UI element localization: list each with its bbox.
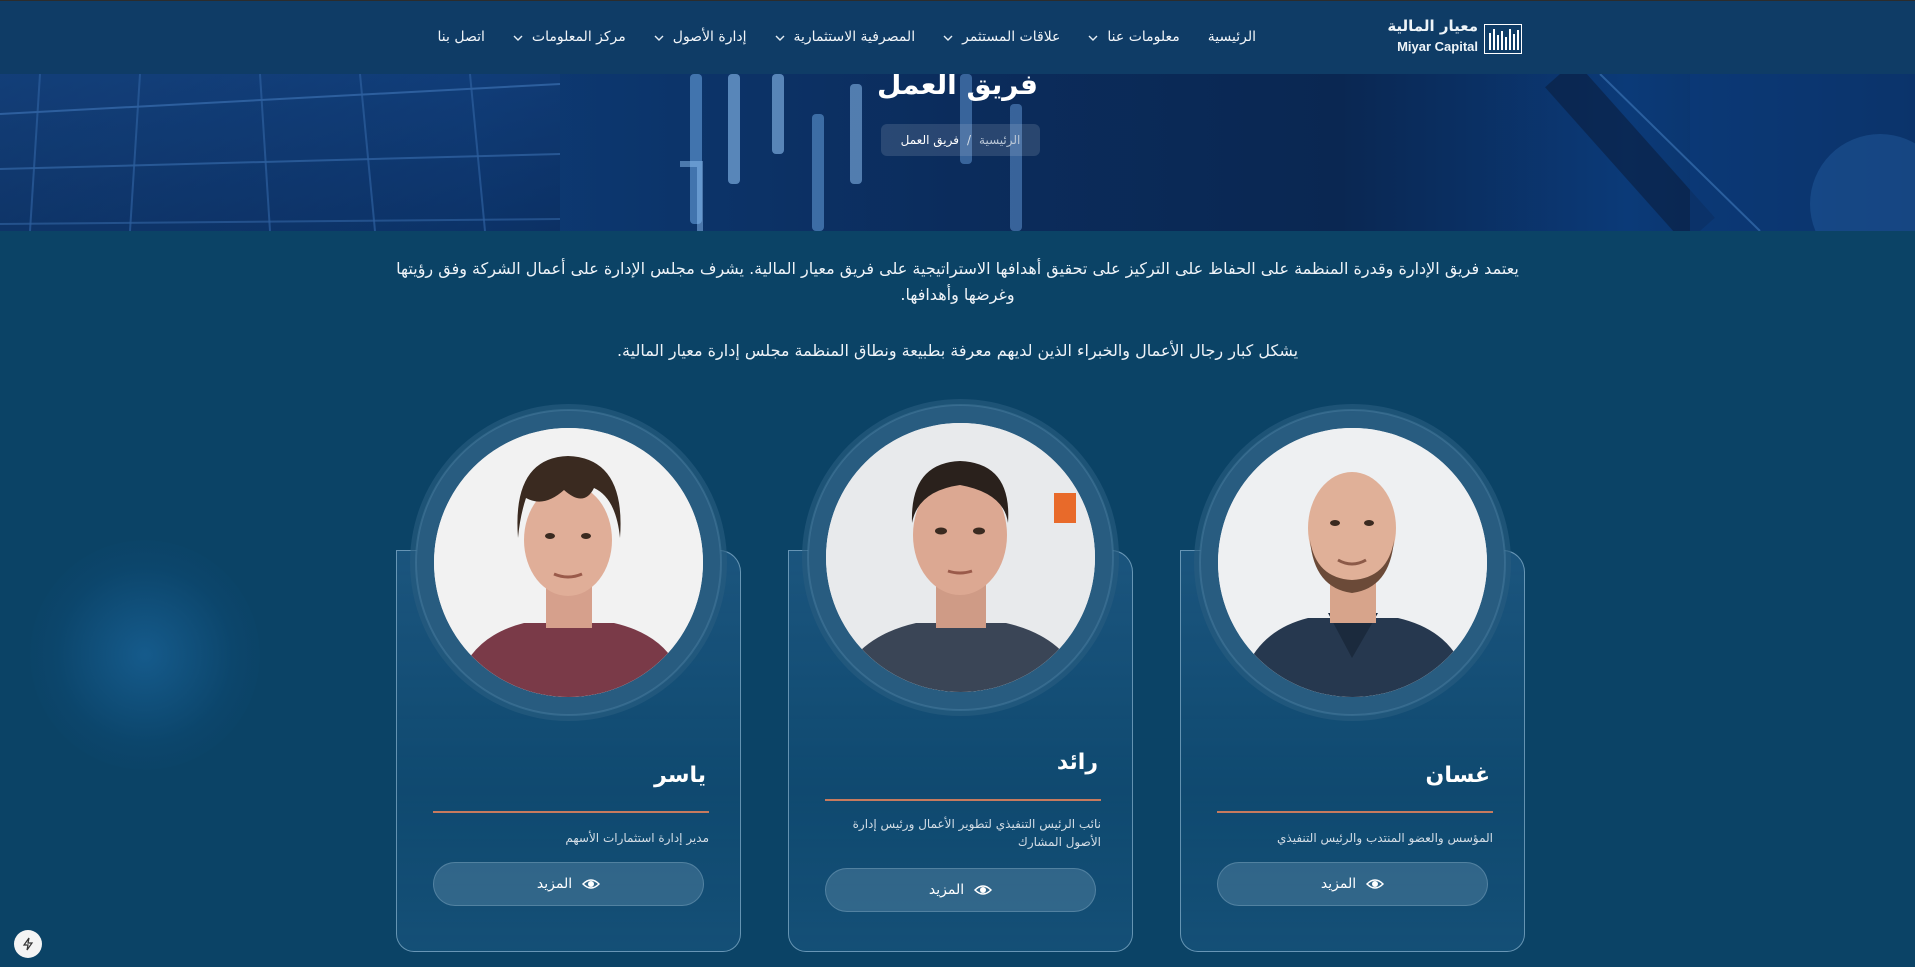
member-photo-ghassan — [1218, 428, 1487, 697]
chevron-down-icon — [775, 35, 785, 41]
background-glow — [30, 540, 260, 770]
eye-icon — [1366, 879, 1385, 889]
avatar — [826, 423, 1095, 692]
breadcrumb-home-link[interactable]: الرئيسية — [979, 133, 1020, 147]
more-button-label: المزيد — [536, 876, 573, 892]
nav-item-label: اتصل بنا — [437, 29, 485, 45]
chevron-down-icon — [1088, 35, 1098, 41]
nav-item-asset-management[interactable]: إدارة الأصول — [654, 29, 747, 45]
nav-item-contact[interactable]: اتصل بنا — [438, 29, 485, 45]
more-button-label: المزيد — [928, 882, 965, 898]
member-name: ياسر — [654, 763, 706, 788]
member-photo-yasser — [434, 428, 703, 697]
member-divider — [1217, 811, 1493, 813]
page-title: فريق العمل — [877, 74, 1038, 101]
breadcrumb-separator: / — [966, 133, 972, 147]
floating-action-button[interactable] — [14, 930, 42, 958]
member-divider — [825, 799, 1101, 801]
chevron-down-icon — [943, 35, 953, 41]
more-button-label: المزيد — [1320, 876, 1357, 892]
team-card: ياسر مدير إدارة استثمارات الأسهم المزيد — [396, 405, 746, 955]
member-photo-raed — [826, 423, 1095, 692]
nav-item-label: إدارة الأصول — [672, 29, 747, 45]
top-navbar: معيار المالية Miyar Capital الرئيسية معل… — [0, 0, 1915, 74]
lightning-icon — [22, 937, 34, 951]
eye-icon — [974, 885, 993, 895]
brand-name-en: Miyar Capital — [1397, 39, 1478, 54]
nav-item-label: المصرفية الاستثمارية — [793, 29, 916, 45]
team-card: رائد نائب الرئيس التنفيذي لتطوير الأعمال… — [788, 404, 1138, 955]
brand-logo[interactable]: معيار المالية Miyar Capital — [1387, 17, 1522, 57]
avatar — [434, 428, 703, 697]
member-role: نائب الرئيس التنفيذي لتطوير الأعمال ورئي… — [852, 817, 1101, 849]
member-divider — [433, 811, 709, 813]
nav-item-investment-banking[interactable]: المصرفية الاستثمارية — [775, 29, 916, 45]
chevron-down-icon — [513, 35, 523, 41]
nav-item-home[interactable]: الرئيسية — [1208, 29, 1256, 45]
avatar-ring — [415, 409, 722, 716]
member-role: المؤسس والعضو المنتدب والرئيس التنفيذي — [1277, 831, 1493, 845]
brand-name-ar: معيار المالية — [1387, 17, 1478, 35]
member-role: مدير إدارة استثمارات الأسهم — [565, 831, 709, 845]
avatar-ring — [1199, 409, 1506, 716]
nav-item-investor-relations[interactable]: علاقات المستثمر — [943, 29, 1060, 45]
nav-item-label: مركز المعلومات — [531, 29, 626, 45]
nav-item-information-center[interactable]: مركز المعلومات — [513, 29, 626, 45]
avatar-ring — [807, 404, 1114, 711]
breadcrumb: الرئيسية / فريق العمل — [881, 124, 1040, 156]
nav-item-label: الرئيسية — [1207, 29, 1256, 45]
avatar — [1218, 428, 1487, 697]
intro-paragraph-1: يعتمد فريق الإدارة وقدرة المنظمة على الح… — [396, 259, 1519, 304]
nav-item-about[interactable]: معلومات عنا — [1088, 29, 1180, 45]
more-button[interactable]: المزيد — [1217, 862, 1488, 906]
member-name: غسان — [1425, 763, 1490, 788]
nav-item-label: معلومات عنا — [1107, 29, 1180, 45]
team-card: غسان المؤسس والعضو المنتدب والرئيس التنف… — [1180, 405, 1530, 955]
logo-mark-icon — [1484, 24, 1522, 54]
breadcrumb-current: فريق العمل — [900, 133, 959, 147]
chevron-down-icon — [654, 35, 664, 41]
more-button[interactable]: المزيد — [433, 862, 704, 906]
member-name: رائد — [1056, 750, 1098, 775]
main-menu: الرئيسية معلومات عنا علاقات المستثمر الم… — [438, 25, 1256, 49]
more-button[interactable]: المزيد — [825, 868, 1096, 912]
intro-paragraph-2: يشكل كبار رجال الأعمال والخبراء الذين لد… — [616, 341, 1299, 360]
nav-item-label: علاقات المستثمر — [962, 29, 1061, 45]
eye-icon — [582, 879, 601, 889]
hero-banner: فريق العمل الرئيسية / فريق العمل — [0, 74, 1915, 231]
